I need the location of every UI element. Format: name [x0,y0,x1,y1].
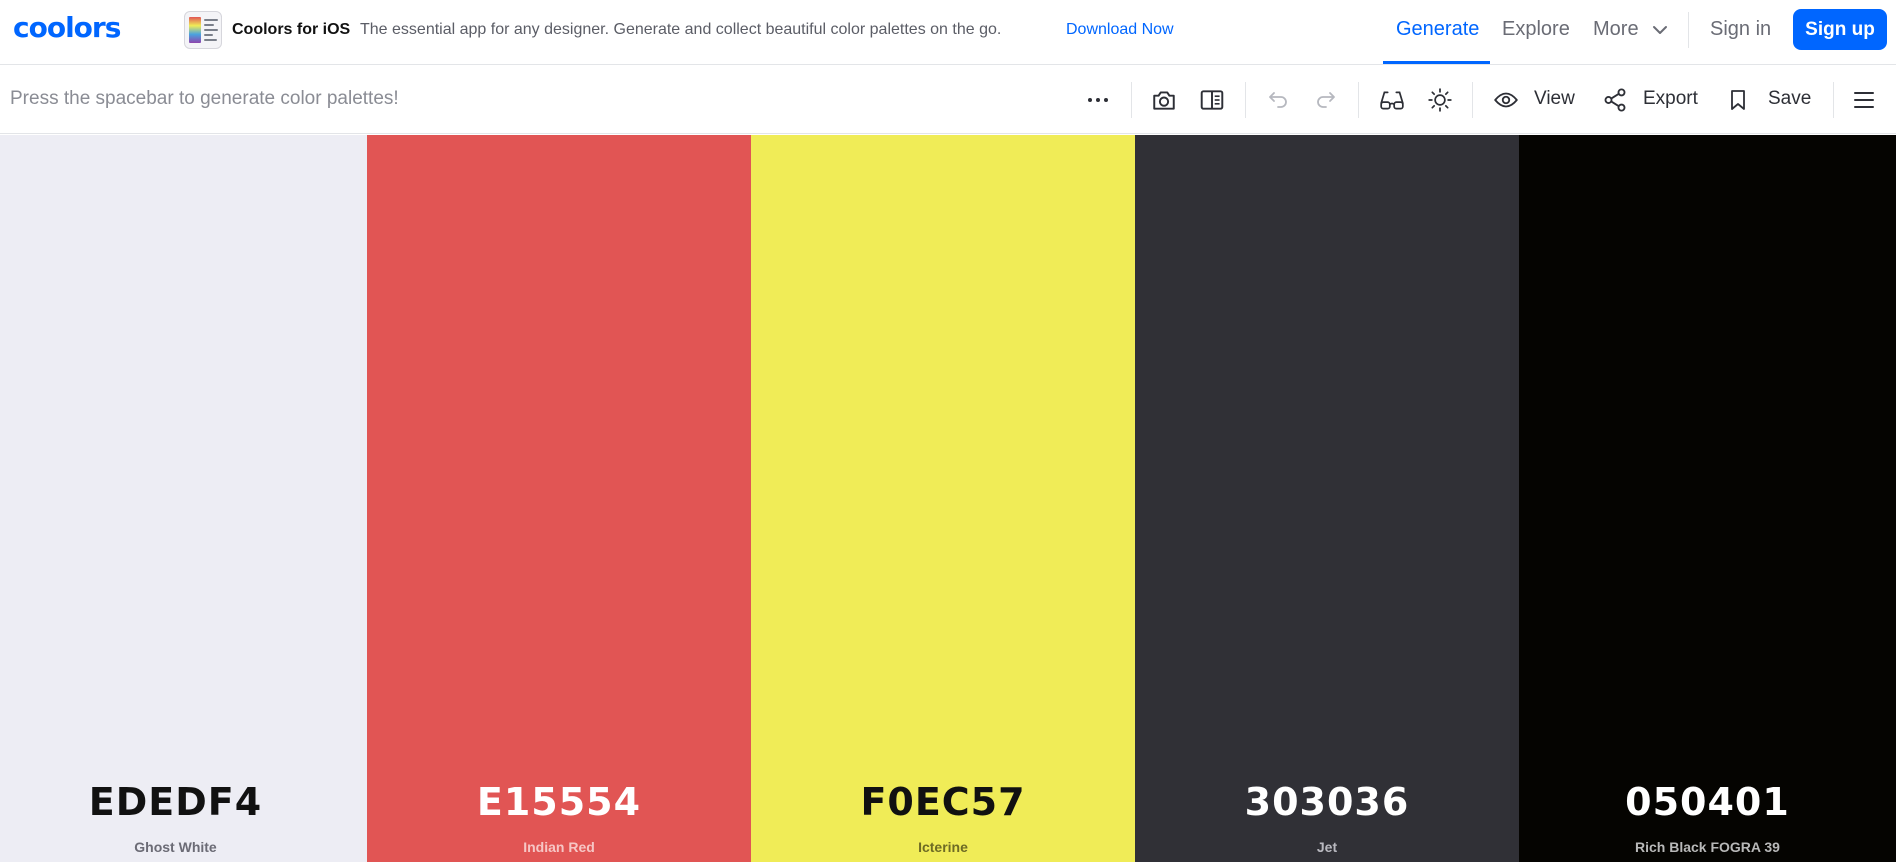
swatch-hex-code[interactable]: F0EC57 [751,780,1135,824]
color-swatch[interactable]: 303036 Jet [1135,135,1519,862]
undo-icon[interactable] [1264,86,1292,114]
nav-more[interactable]: More [1593,18,1639,41]
toolbar-divider [1131,82,1132,118]
toolbar-divider [1472,82,1473,118]
swatch-hex-code[interactable]: E15554 [367,780,751,824]
share-icon[interactable] [1601,86,1629,114]
toolbar-divider [1833,82,1834,118]
swatch-color-name[interactable]: Rich Black FOGRA 39 [1519,839,1896,855]
swatch-hex-code[interactable]: 050401 [1519,780,1896,824]
color-swatch[interactable]: F0EC57 Icterine [751,135,1135,862]
promo-description: The essential app for any designer. Gene… [360,21,1002,38]
redo-icon[interactable] [1312,86,1340,114]
bookmark-icon[interactable] [1724,86,1752,114]
swatch-color-name[interactable]: Ghost White [0,839,367,855]
nav-explore[interactable]: Explore [1502,18,1570,41]
eye-icon[interactable] [1492,86,1520,114]
color-swatch[interactable]: EDEDF4 Ghost White [0,135,367,862]
coolors-logo[interactable]: coolors [13,14,121,42]
color-palette: EDEDF4 Ghost White E15554 Indian Red F0E… [0,135,1896,862]
generator-toolbar: Press the spacebar to generate color pal… [0,66,1896,134]
toolbar-divider [1358,82,1359,118]
promo-title: Coolors for iOS [232,21,351,38]
nav-divider [1688,12,1689,48]
app-screenshot-icon[interactable] [184,11,222,49]
more-dots-icon[interactable] [1084,86,1112,114]
sign-in-link[interactable]: Sign in [1710,18,1771,41]
sun-icon[interactable] [1426,86,1454,114]
active-tab-indicator [1383,61,1490,64]
camera-icon[interactable] [1150,86,1178,114]
swatch-color-name[interactable]: Indian Red [367,839,751,855]
view-button[interactable]: View [1534,88,1575,110]
spacebar-hint: Press the spacebar to generate color pal… [10,88,399,109]
chevron-down-icon[interactable] [1652,22,1668,38]
swatch-hex-code[interactable]: 303036 [1135,780,1519,824]
sign-up-button[interactable]: Sign up [1793,9,1887,50]
export-button[interactable]: Export [1643,88,1698,110]
glasses-icon[interactable] [1378,86,1406,114]
swatch-color-name[interactable]: Jet [1135,839,1519,855]
download-now-link[interactable]: Download Now [1066,21,1174,39]
toolbar-divider [1245,82,1246,118]
color-swatch[interactable]: 050401 Rich Black FOGRA 39 [1519,135,1896,862]
menu-icon[interactable] [1850,86,1878,114]
color-swatch[interactable]: E15554 Indian Red [367,135,751,862]
save-button[interactable]: Save [1768,88,1811,110]
swatch-color-name[interactable]: Icterine [751,839,1135,855]
split-panel-icon[interactable] [1198,86,1226,114]
swatch-hex-code[interactable]: EDEDF4 [0,780,367,824]
top-navigation: coolors Coolors for iOS The essential ap… [0,0,1896,65]
nav-generate[interactable]: Generate [1396,18,1479,41]
